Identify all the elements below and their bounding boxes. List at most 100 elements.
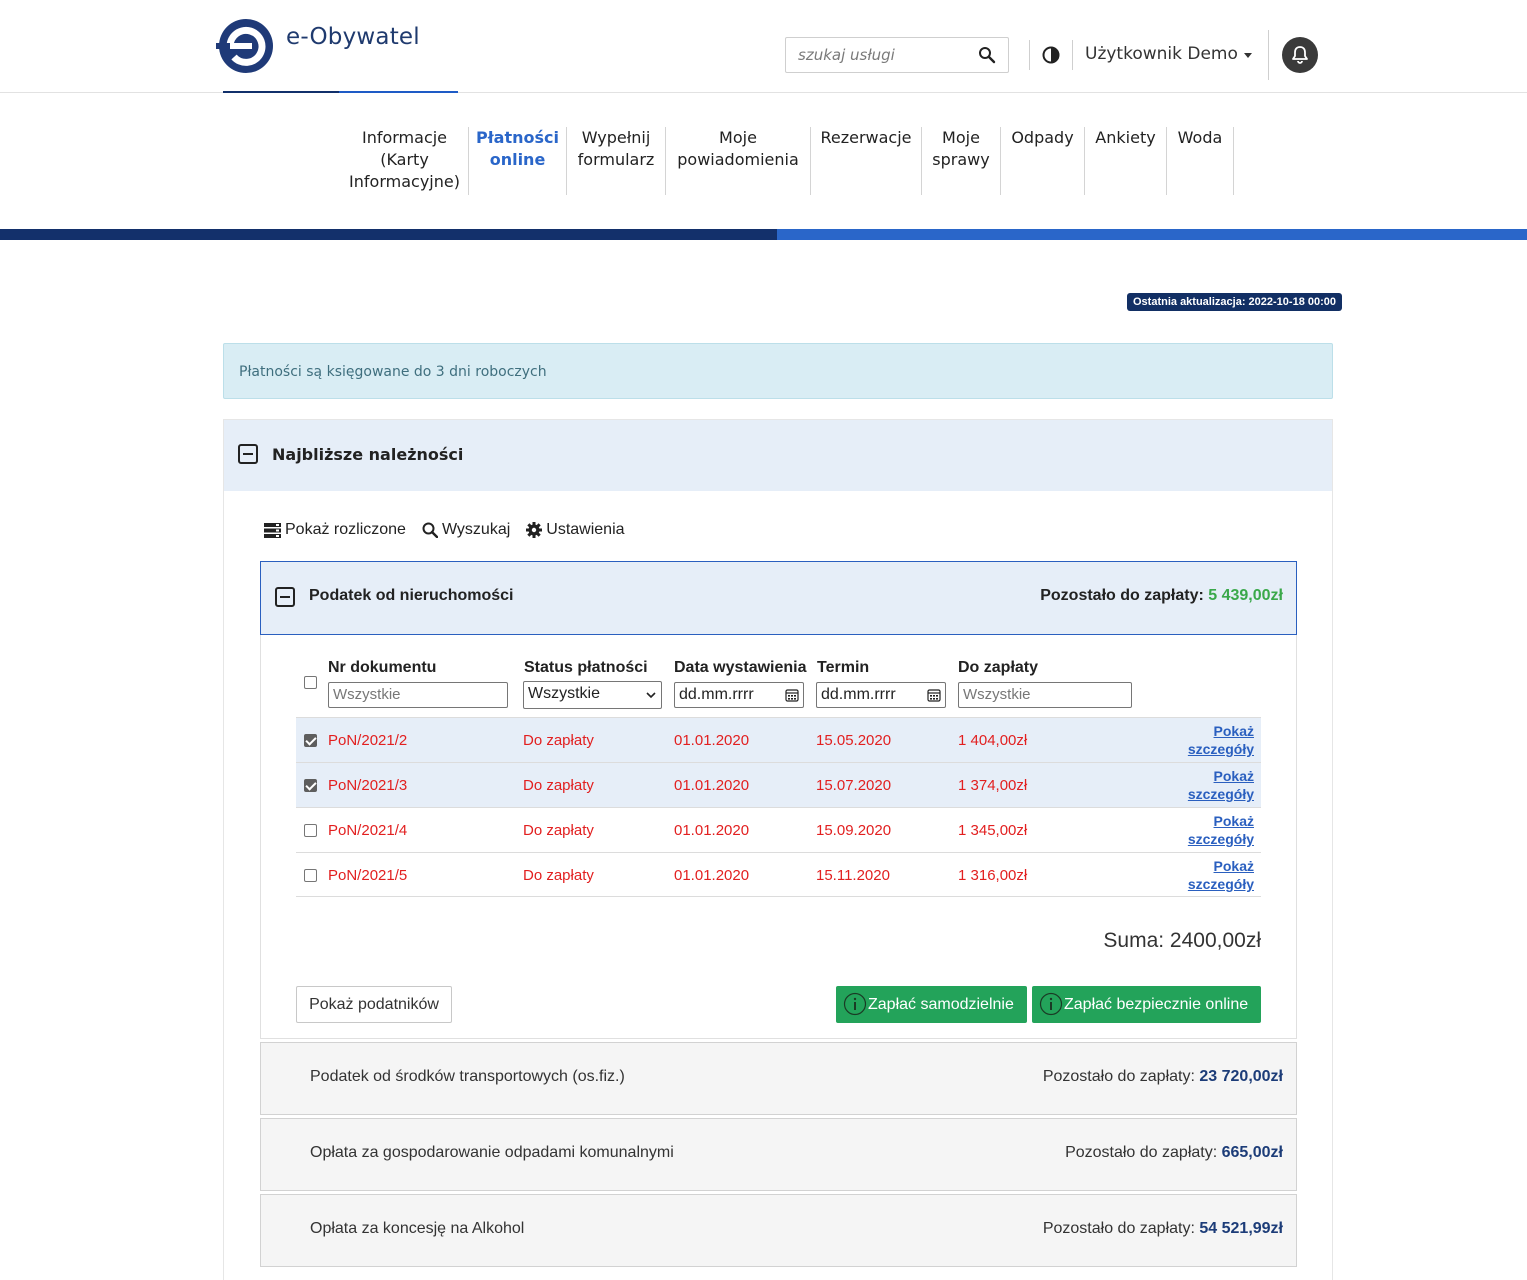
row-due: 15.09.2020 [816, 822, 892, 839]
pay-online-label: Zapłać bezpiecznie online [1064, 996, 1249, 1013]
nav-item-rezerwacje[interactable]: Rezerwacje [811, 127, 922, 195]
panel-title: Najbliższe należności [272, 445, 464, 464]
minus-square-icon[interactable] [275, 587, 295, 607]
show-settled-button[interactable]: Pokaż rozliczone [264, 521, 406, 539]
minus-square-icon[interactable] [238, 444, 258, 464]
row-checkbox[interactable] [304, 779, 317, 792]
show-details-link[interactable]: Pokaż szczegóły [1188, 722, 1254, 758]
collapsed-panel-title: Podatek od środków transportowych (os.fi… [310, 1068, 625, 1085]
doc-filter-input[interactable]: Wszystkie [328, 682, 508, 708]
site-header: e-Obywatel Użytkownik Demo [0, 0, 1527, 93]
status-filter-select[interactable]: Wszystkie [523, 681, 662, 709]
row-checkbox[interactable] [304, 734, 317, 747]
nav-item-informacje[interactable]: Informacje (Karty Informacyjne) [341, 127, 469, 195]
nav-item-platnosci[interactable]: Płatności online [469, 127, 567, 195]
details-line2: szczegóły [1187, 741, 1254, 757]
select-all-checkbox[interactable] [304, 676, 317, 689]
nav-item-woda[interactable]: Woda [1167, 127, 1234, 195]
row-status: Do zapłaty [523, 732, 594, 749]
col-header-amount: Do zapłaty [958, 659, 1039, 676]
remaining-value: 54 521,99zł [1199, 1220, 1283, 1237]
nav-item-powiadomienia[interactable]: Moje powiadomienia [666, 127, 811, 195]
due-date-placeholder: dd.mm.rrrr [821, 686, 896, 703]
col-header-issued: Data wystawienia [674, 659, 807, 676]
remaining-label: Pozostało do zapłaty: [1042, 1068, 1195, 1085]
col-header-due: Termin [817, 659, 870, 676]
row-checkbox[interactable] [304, 869, 317, 882]
waste-fee-panel[interactable]: Opłata za gospodarowanie odpadami komuna… [260, 1118, 1297, 1191]
row-checkbox[interactable] [304, 824, 317, 837]
collapsed-panel-remaining: Pozostało do zapłaty: 23 720,00zł [1043, 1068, 1283, 1086]
row-doc: PoN/2021/4 [328, 822, 408, 839]
table-row[interactable]: PoN/2021/3 Do zapłaty 01.01.2020 15.07.2… [296, 762, 1261, 807]
show-details-link[interactable]: Pokaż szczegóły [1188, 857, 1254, 893]
search-input[interactable] [798, 40, 978, 70]
table-row[interactable]: PoN/2021/2 Do zapłaty 01.01.2020 15.05.2… [296, 717, 1261, 762]
row-doc: PoN/2021/3 [328, 777, 408, 794]
calendar-icon[interactable] [785, 688, 799, 702]
search-box [785, 37, 1009, 73]
transport-tax-panel[interactable]: Podatek od środków transportowych (os.fi… [260, 1042, 1297, 1115]
remaining-label: Pozostało do zapłaty: [1040, 587, 1204, 604]
table-row[interactable]: PoN/2021/5 Do zapłaty 01.01.2020 15.11.2… [296, 852, 1261, 897]
header-divider [1029, 40, 1030, 70]
row-status: Do zapłaty [523, 777, 594, 794]
logo[interactable]: e-Obywatel [216, 18, 420, 74]
property-tax-panel: Podatek od nieruchomości Pozostało do za… [260, 561, 1297, 1039]
settings-label: Ustawienia [546, 521, 625, 538]
nav-item-odpady[interactable]: Odpady [1001, 127, 1085, 195]
nav-item-ankiety[interactable]: Ankiety [1085, 127, 1167, 195]
show-taxpayers-button[interactable]: Pokaż podatników [296, 986, 452, 1023]
selected-sum: Suma: 2400,00zł [1103, 929, 1261, 952]
user-name: Użytkownik Demo [1085, 44, 1238, 64]
notifications-button[interactable] [1282, 37, 1318, 73]
info-circle-icon [1039, 992, 1063, 1016]
settings-button[interactable]: Ustawienia [526, 521, 625, 539]
details-line2: szczegóły [1187, 786, 1254, 802]
details-line1: Pokaż [1213, 768, 1254, 784]
tax-title: Podatek od nieruchomości [309, 587, 514, 604]
pay-online-button[interactable]: Zapłać bezpiecznie online [1032, 986, 1261, 1023]
toolbar: Pokaż rozliczone Wyszukaj Ustawienia [264, 521, 641, 539]
show-details-link[interactable]: Pokaż szczegóły [1188, 767, 1254, 803]
remaining-label: Pozostało do zapłaty: [1042, 1220, 1195, 1237]
search-label: Wyszukaj [441, 521, 511, 538]
row-due: 15.11.2020 [816, 867, 890, 884]
table-row[interactable]: PoN/2021/4 Do zapłaty 01.01.2020 15.09.2… [296, 807, 1261, 852]
last-update-badge: Ostatnia aktualizacja: 2022-10-18 00:00 [1127, 293, 1343, 311]
chevron-down-icon [646, 692, 656, 699]
search-button[interactable]: Wyszukaj [422, 521, 510, 539]
details-line2: szczegóły [1187, 831, 1254, 847]
header-band [0, 229, 1527, 240]
contrast-icon[interactable] [1042, 46, 1060, 64]
show-settled-label: Pokaż rozliczone [285, 521, 406, 538]
e-logo-icon [216, 19, 273, 73]
show-details-link[interactable]: Pokaż szczegóły [1188, 812, 1254, 848]
row-doc: PoN/2021/5 [328, 867, 408, 884]
panel-header[interactable]: Najbliższe należności [224, 420, 1332, 491]
header-divider [1072, 40, 1073, 70]
calendar-icon[interactable] [927, 688, 941, 702]
issued-date-input[interactable]: dd.mm.rrrr [674, 682, 804, 708]
remaining-amount: Pozostało do zapłaty: 5 439,00zł [1040, 587, 1283, 605]
upcoming-dues-panel: Najbliższe należności Pokaż rozliczone W… [223, 419, 1333, 1280]
nav-item-formularz[interactable]: Wypełnij formularz [567, 127, 666, 195]
chevron-down-icon [1243, 53, 1252, 58]
status-filter-value: Wszystkie [528, 685, 600, 702]
search-icon[interactable] [978, 46, 996, 64]
pay-self-button[interactable]: Zapłać samodzielnie [836, 986, 1027, 1023]
remaining-value: 23 720,00zł [1199, 1068, 1283, 1085]
amount-filter-input[interactable]: Wszystkie [958, 682, 1132, 708]
nav-item-sprawy[interactable]: Moje sprawy [922, 127, 1001, 195]
logo-underline [223, 91, 458, 93]
row-status: Do zapłaty [523, 867, 594, 884]
issued-date-placeholder: dd.mm.rrrr [679, 686, 754, 703]
info-circle-icon [843, 992, 867, 1016]
due-date-input[interactable]: dd.mm.rrrr [816, 682, 946, 708]
row-due: 15.07.2020 [816, 777, 892, 794]
user-menu[interactable]: Użytkownik Demo [1085, 44, 1252, 64]
remaining-label: Pozostało do zapłaty: [1065, 1144, 1218, 1161]
alcohol-license-panel[interactable]: Opłata za koncesję na Alkohol Pozostało … [260, 1194, 1297, 1267]
property-tax-header[interactable]: Podatek od nieruchomości Pozostało do za… [260, 561, 1297, 635]
col-header-doc: Nr dokumentu [328, 659, 437, 676]
